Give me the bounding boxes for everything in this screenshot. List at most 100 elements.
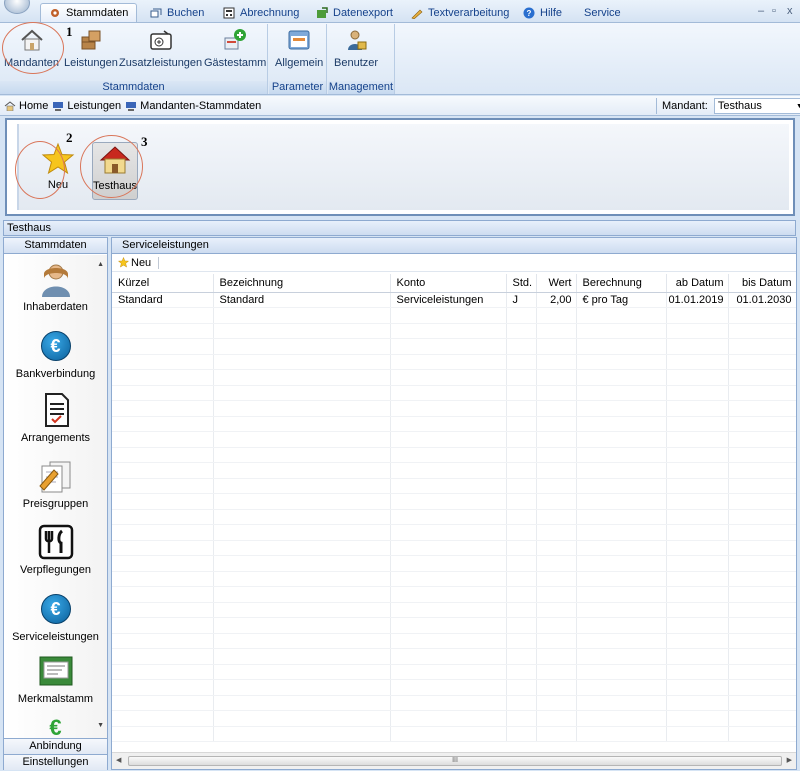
tab-stammdaten[interactable]: Stammdaten [40,3,138,22]
breadcrumb-leistungen[interactable]: Leistungen [52,100,121,112]
scroll-down-icon[interactable]: ▼ [97,722,104,729]
nav-item-verpflegungen[interactable]: Verpflegungen [4,524,107,576]
nav-item-bankverbindung[interactable]: € Bankverbindung [4,328,107,380]
empty-table-row [112,400,796,417]
main-header: Serviceleistungen [112,238,796,254]
column-header[interactable]: Berechnung [576,274,667,293]
empty-table-cell [536,602,577,618]
breadcrumb-label: Mandanten-Stammdaten [140,99,262,112]
empty-table-cell [506,462,537,479]
empty-table-cell [728,323,796,339]
zusatzleistungen-button[interactable]: Zusatzleistungen [119,26,202,69]
empty-table-cell [390,648,507,665]
column-header[interactable]: Bezeichnung [213,274,391,293]
empty-table-cell [390,369,507,386]
empty-table-cell [390,710,507,727]
tab-abrechnung[interactable]: Abrechnung [215,3,307,22]
empty-table-row [112,555,796,572]
gaestestamm-button[interactable]: Gästestamm [204,26,266,69]
scroll-left-icon[interactable]: ◀ [116,756,121,764]
section-title: Testhaus [3,220,796,236]
nav-item-arrangements[interactable]: Arrangements [4,392,107,444]
table-cell: 2,00 [536,292,577,308]
left-nav: Stammdaten ▲ Inhaberdaten € Bankverbindu… [3,237,108,770]
nav-item-serviceleistungen[interactable]: € Serviceleistungen [4,591,107,643]
tab-datenexport[interactable]: Datenexport [308,3,401,22]
column-header[interactable]: Wert [536,274,577,293]
empty-table-cell [506,385,537,401]
mandant-label: Mandant: [662,100,708,112]
empty-table-cell [112,478,214,494]
breadcrumb-label: Home [19,99,49,112]
application-menu-button[interactable] [4,0,30,14]
nav-item-merkmalstamm[interactable]: Merkmalstamm [4,653,107,705]
empty-table-row [112,354,796,370]
empty-table-row [112,726,796,742]
tab-hilfe[interactable]: ? Hilfe [515,3,570,22]
tab-textverarbeitung[interactable]: Textverarbeitung [403,3,517,22]
empty-table-cell [213,478,391,494]
column-header[interactable]: Std. [506,274,537,293]
empty-table-cell [112,431,214,448]
restore-button[interactable]: ▫ [772,5,776,17]
nav-item-label: Serviceleistungen [12,631,99,643]
empty-table-row [112,509,796,525]
empty-table-cell [112,447,214,463]
breadcrumb-home[interactable]: Home [4,100,48,112]
euro-icon: € [40,331,71,361]
column-header[interactable]: ab Datum [666,274,729,293]
empty-table-cell [576,369,667,386]
empty-table-cell [666,602,729,618]
empty-table-cell [666,679,729,696]
neu-button[interactable]: Neu [118,257,151,269]
empty-table-cell [390,509,507,525]
empty-table-cell [213,307,391,324]
table-row[interactable]: Standard Standard Serviceleistungen J 2,… [112,292,796,308]
nav-item-anbindung[interactable]: € [4,717,107,739]
nav-item-anbindung-header[interactable]: Anbindung [4,738,107,754]
breadcrumb-mandanten-stammdaten[interactable]: Mandanten-Stammdaten [125,100,261,112]
empty-table-cell [213,323,391,339]
empty-table-cell [666,400,729,417]
column-header[interactable]: Konto [390,274,507,293]
empty-table-row [112,524,796,541]
empty-table-cell [390,447,507,463]
price-documents-icon [38,461,70,493]
tab-buchen[interactable]: Buchen [142,3,212,22]
empty-table-row [112,602,796,618]
scroll-right-icon[interactable]: ▶ [787,756,792,764]
empty-table-cell [390,633,507,649]
empty-table-cell [576,509,667,525]
empty-table-row [112,369,796,386]
column-header[interactable]: bis Datum [728,274,796,293]
empty-table-cell [666,307,729,324]
mandant-selector: Mandant: Testhaus ▼ [656,98,800,114]
empty-table-cell [666,493,729,510]
empty-table-cell [536,338,577,355]
left-nav-header[interactable]: Stammdaten [4,238,107,254]
close-button[interactable]: x [787,5,793,17]
empty-table-cell [112,617,214,634]
service-table: Kürzel Bezeichnung Konto Std. Wert Berec… [112,274,796,752]
allgemein-button[interactable]: Allgemein [275,26,323,69]
empty-table-cell [666,617,729,634]
empty-table-row [112,493,796,510]
nav-item-preisgruppen[interactable]: Preisgruppen [4,458,107,510]
empty-table-cell [576,447,667,463]
benutzer-button[interactable]: Benutzer [334,26,378,69]
nav-item-einstellungen[interactable]: Einstellungen [4,754,107,770]
empty-table-cell [728,555,796,572]
annotation-number-3: 3 [141,134,148,149]
nav-item-inhaberdaten[interactable]: Inhaberdaten [4,261,107,313]
column-header[interactable]: Kürzel [112,274,214,293]
empty-table-cell [576,338,667,355]
minimize-button[interactable]: – [758,5,764,17]
empty-table-cell [728,369,796,386]
mandant-dropdown[interactable]: Testhaus ▼ [713,98,800,114]
empty-table-cell [536,540,577,556]
tab-service[interactable]: Service [576,3,629,22]
horizontal-scrollbar[interactable]: ◀ III ▶ [112,752,796,769]
scrollbar-thumb[interactable]: III [128,756,782,766]
ribbon-group-management: Benutzer Management [328,24,395,94]
empty-table-cell [536,664,577,680]
